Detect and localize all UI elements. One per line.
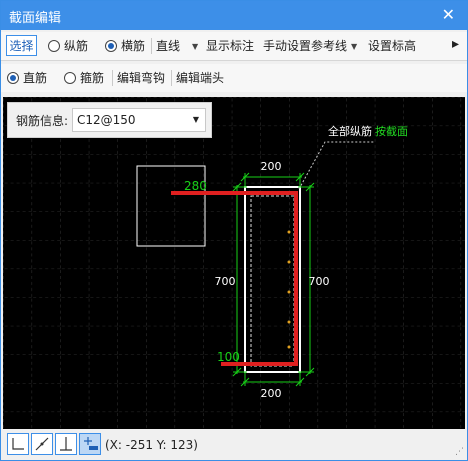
note-suffix-text: 按截面	[375, 124, 408, 138]
polar-icon	[35, 437, 49, 451]
rebar-top-length-text: 280	[184, 179, 207, 193]
drawing-canvas[interactable]: 200 200 700 700 280 100 全部纵筋 按截面 钢筋信息: C…	[3, 97, 465, 429]
grid-lines	[3, 97, 465, 429]
polar-mode-button[interactable]	[31, 433, 53, 455]
manual-ref-line-label: 手动设置参考线	[263, 39, 348, 53]
transverse-radio[interactable]: 横筋	[105, 37, 145, 55]
dropdown-arrow-icon: ▼	[192, 42, 199, 51]
select-button[interactable]: 选择	[6, 35, 37, 56]
straight-bar-label: 直筋	[23, 71, 48, 85]
snap-icon	[60, 437, 72, 451]
dimension-mode-icon	[84, 437, 98, 450]
transverse-label: 横筋	[121, 39, 146, 53]
rebar-bottom-length-text: 100	[217, 350, 240, 364]
close-icon[interactable]: ✕	[442, 5, 455, 24]
separator	[151, 38, 152, 54]
section-drawing: 200 200 700 700 280 100 全部纵筋 按截面	[3, 97, 465, 429]
title-bar: 截面编辑 ✕	[1, 1, 467, 30]
line-type-dropdown[interactable]: 直线 ▼	[156, 37, 198, 55]
line-type-value: 直线	[156, 39, 181, 53]
rebar-info-value: C12@150	[77, 113, 136, 127]
ortho-icon	[12, 438, 24, 450]
dropdown-arrow-icon: ▼	[192, 115, 199, 124]
dimension-mode-button[interactable]	[79, 433, 101, 455]
resize-grip-icon[interactable]: ⋰	[455, 447, 464, 457]
status-bar: (X: -251 Y: 123) ⋰	[1, 431, 467, 460]
coordinates-readout: (X: -251 Y: 123)	[105, 438, 198, 452]
separator	[171, 70, 172, 86]
manual-ref-line-dropdown[interactable]: 手动设置参考线 ▼	[263, 37, 357, 55]
dim-top-text: 200	[261, 160, 282, 173]
straight-bar-radio[interactable]: 直筋	[7, 69, 47, 87]
radio-icon	[48, 40, 60, 52]
rebar-info-label: 钢筋信息:	[16, 114, 69, 128]
snap-mode-button[interactable]	[55, 433, 77, 455]
section-edit-window: 截面编辑 ✕ 选择 纵筋 横筋 直线 ▼ 显示标注 手动设置参考线 ▼ 设置标高 ▸…	[0, 0, 468, 461]
radio-selected-icon	[7, 72, 19, 84]
show-annotation-button[interactable]: 显示标注	[206, 37, 254, 55]
window-title: 截面编辑	[9, 11, 62, 26]
separator	[112, 70, 113, 86]
rebar-info-panel: 钢筋信息: C12@150 ▼	[7, 102, 212, 138]
dropdown-arrow-icon: ▼	[351, 42, 358, 51]
stirrup-label: 箍筋	[80, 71, 105, 85]
radio-selected-icon	[105, 40, 117, 52]
toolbar-main: 选择 纵筋 横筋 直线 ▼ 显示标注 手动设置参考线 ▼ 设置标高 ▸	[1, 32, 467, 61]
stirrup-radio[interactable]: 箍筋	[64, 69, 104, 87]
edit-end-button[interactable]: 编辑端头	[176, 69, 224, 87]
longitudinal-label: 纵筋	[64, 39, 89, 53]
dim-left-text: 700	[215, 275, 236, 288]
more-arrow-icon[interactable]: ▸	[452, 36, 459, 52]
toolbar-secondary: 直筋 箍筋 编辑弯钩 编辑端头	[1, 64, 467, 92]
radio-icon	[64, 72, 76, 84]
ortho-mode-button[interactable]	[7, 433, 29, 455]
edit-hook-button[interactable]: 编辑弯钩	[117, 69, 165, 87]
longitudinal-radio[interactable]: 纵筋	[48, 37, 88, 55]
dim-bottom-text: 200	[261, 387, 282, 400]
note-prefix-text: 全部纵筋	[328, 124, 372, 138]
dim-right-text: 700	[309, 275, 330, 288]
rebar-info-select[interactable]: C12@150 ▼	[72, 108, 206, 132]
set-elevation-button[interactable]: 设置标高	[368, 37, 416, 55]
